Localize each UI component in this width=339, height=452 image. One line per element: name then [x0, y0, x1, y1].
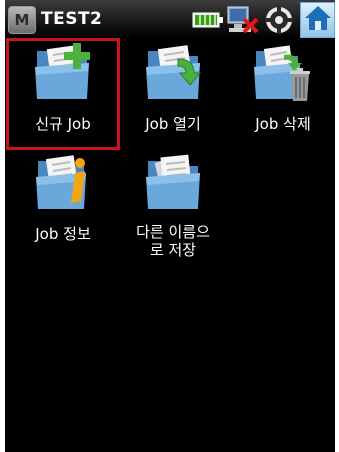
new-job-label: 신규 Job: [35, 115, 91, 133]
open-job-icon: [144, 41, 204, 109]
computer-disconnected-icon: [226, 5, 260, 39]
window-title: TEST2: [41, 9, 103, 29]
status-bar: M TEST2: [5, 0, 335, 38]
menu-button[interactable]: M: [8, 6, 36, 34]
new-job-icon: [33, 41, 93, 109]
open-job-label: Job 열기: [145, 115, 201, 133]
save-as-icon: [144, 151, 204, 219]
battery-icon: [192, 12, 224, 32]
delete-job-icon: [254, 41, 314, 109]
home-button[interactable]: [300, 2, 335, 38]
home-icon: [304, 5, 332, 35]
gps-icon[interactable]: [264, 5, 294, 39]
job-info-icon: [34, 151, 94, 219]
delete-job-tile[interactable]: Job 삭제: [228, 38, 335, 148]
new-job-tile[interactable]: 신규 Job: [6, 38, 120, 150]
save-as-tile[interactable]: 다른 이름으 로 저장: [118, 148, 228, 259]
open-job-tile[interactable]: Job 열기: [118, 38, 228, 148]
device-screen: M TEST2 신규 Job Job 열기 Job 삭제 Job 정보 다른 이…: [5, 0, 335, 452]
job-info-tile[interactable]: Job 정보: [8, 148, 118, 258]
delete-job-label: Job 삭제: [255, 115, 311, 133]
job-info-label: Job 정보: [35, 225, 91, 243]
save-as-label: 다른 이름으 로 저장: [136, 223, 210, 259]
